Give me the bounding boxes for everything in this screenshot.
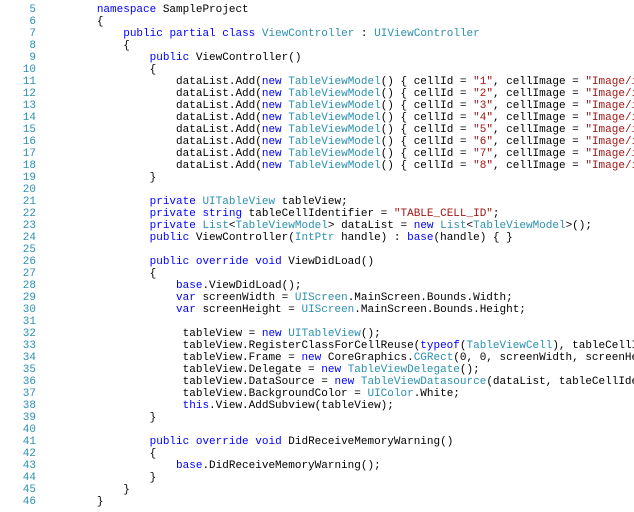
line-number: 20 [0, 184, 36, 196]
line-number: 39 [0, 412, 36, 424]
code-line[interactable]: } [44, 484, 634, 496]
code-line[interactable]: base.ViewDidLoad(); [44, 280, 634, 292]
line-number: 11 [0, 76, 36, 88]
code-line[interactable]: { [44, 268, 634, 280]
line-number: 45 [0, 484, 36, 496]
code-line[interactable]: base.DidReceiveMemoryWarning(); [44, 460, 634, 472]
code-line[interactable]: dataList.Add(new TableViewModel() { cell… [44, 76, 634, 88]
code-line[interactable]: public override void ViewDidLoad() [44, 256, 634, 268]
code-line[interactable]: dataList.Add(new TableViewModel() { cell… [44, 136, 634, 148]
line-number: 36 [0, 376, 36, 388]
code-line[interactable]: dataList.Add(new TableViewModel() { cell… [44, 112, 634, 124]
line-number: 16 [0, 136, 36, 148]
code-line[interactable] [44, 244, 634, 256]
code-line[interactable]: private string tableCellIdentifier = "TA… [44, 208, 634, 220]
code-line[interactable]: private UITableView tableView; [44, 196, 634, 208]
line-number: 46 [0, 496, 36, 508]
code-line[interactable]: { [44, 16, 634, 28]
code-line[interactable]: var screenHeight = UIScreen.MainScreen.B… [44, 304, 634, 316]
code-line[interactable]: } [44, 412, 634, 424]
code-line[interactable]: private List<TableViewModel> dataList = … [44, 220, 634, 232]
line-number: 30 [0, 304, 36, 316]
line-number: 31 [0, 316, 36, 328]
code-line[interactable]: tableView.Frame = new CoreGraphics.CGRec… [44, 352, 634, 364]
line-number: 32 [0, 328, 36, 340]
line-number: 27 [0, 268, 36, 280]
line-number: 42 [0, 448, 36, 460]
line-number: 17 [0, 148, 36, 160]
code-line[interactable]: public ViewController(IntPtr handle) : b… [44, 232, 634, 244]
code-line[interactable] [44, 424, 634, 436]
line-number: 13 [0, 100, 36, 112]
line-number: 19 [0, 172, 36, 184]
code-line[interactable]: tableView = new UITableView(); [44, 328, 634, 340]
code-line[interactable]: dataList.Add(new TableViewModel() { cell… [44, 124, 634, 136]
code-line[interactable]: public override void DidReceiveMemoryWar… [44, 436, 634, 448]
code-line[interactable] [44, 184, 634, 196]
line-number: 26 [0, 256, 36, 268]
code-line[interactable]: public ViewController() [44, 52, 634, 64]
line-number: 8 [0, 40, 36, 52]
line-number: 40 [0, 424, 36, 436]
code-line[interactable]: { [44, 448, 634, 460]
code-line[interactable]: namespace SampleProject [44, 4, 634, 16]
code-line[interactable]: dataList.Add(new TableViewModel() { cell… [44, 148, 634, 160]
line-number: 38 [0, 400, 36, 412]
code-line[interactable]: var screenWidth = UIScreen.MainScreen.Bo… [44, 292, 634, 304]
line-number: 37 [0, 388, 36, 400]
line-number: 35 [0, 364, 36, 376]
line-number: 33 [0, 340, 36, 352]
line-number: 15 [0, 124, 36, 136]
code-line[interactable]: public partial class ViewController : UI… [44, 28, 634, 40]
line-number: 28 [0, 280, 36, 292]
code-line[interactable]: { [44, 64, 634, 76]
code-line[interactable]: tableView.BackgroundColor = UIColor.Whit… [44, 388, 634, 400]
code-line[interactable]: dataList.Add(new TableViewModel() { cell… [44, 160, 634, 172]
code-line[interactable]: } [44, 496, 634, 508]
line-number: 5 [0, 4, 36, 16]
line-number: 23 [0, 220, 36, 232]
code-line[interactable]: } [44, 172, 634, 184]
code-line[interactable]: dataList.Add(new TableViewModel() { cell… [44, 100, 634, 112]
line-number: 25 [0, 244, 36, 256]
line-number: 34 [0, 352, 36, 364]
line-number: 43 [0, 460, 36, 472]
code-area[interactable]: namespace SampleProject { public partial… [44, 4, 634, 508]
code-line[interactable]: { [44, 40, 634, 52]
code-line[interactable]: tableView.DataSource = new TableViewData… [44, 376, 634, 388]
line-number: 10 [0, 64, 36, 76]
line-number: 22 [0, 208, 36, 220]
line-number: 9 [0, 52, 36, 64]
code-line[interactable] [44, 316, 634, 328]
line-number: 44 [0, 472, 36, 484]
line-number: 41 [0, 436, 36, 448]
line-number: 29 [0, 292, 36, 304]
line-number: 18 [0, 160, 36, 172]
line-number: 14 [0, 112, 36, 124]
code-line[interactable]: tableView.Delegate = new TableViewDelega… [44, 364, 634, 376]
line-number: 24 [0, 232, 36, 244]
code-line[interactable]: this.View.AddSubview(tableView); [44, 400, 634, 412]
line-gutter: 5678910111213141516171819202122232425262… [0, 4, 44, 508]
code-line[interactable]: dataList.Add(new TableViewModel() { cell… [44, 88, 634, 100]
code-line[interactable]: tableView.RegisterClassForCellReuse(type… [44, 340, 634, 352]
line-number: 12 [0, 88, 36, 100]
code-line[interactable]: } [44, 472, 634, 484]
line-number: 7 [0, 28, 36, 40]
code-editor[interactable]: 5678910111213141516171819202122232425262… [0, 0, 634, 512]
line-number: 6 [0, 16, 36, 28]
line-number: 21 [0, 196, 36, 208]
